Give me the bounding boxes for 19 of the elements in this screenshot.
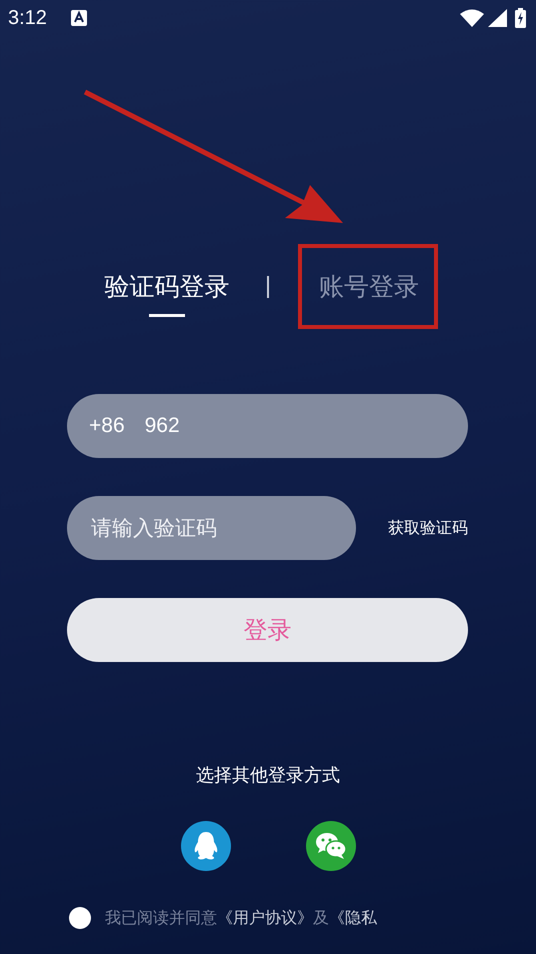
qq-login-button[interactable] [180, 821, 230, 871]
wifi-icon [460, 9, 484, 27]
wechat-login-button[interactable] [306, 821, 356, 871]
agree-radio[interactable] [69, 907, 91, 929]
country-code: +86 [89, 414, 125, 438]
agreement-link[interactable]: 《隐私 [329, 908, 377, 927]
keyboard-notification-icon [70, 10, 87, 26]
signal-icon [488, 9, 507, 27]
login-tab[interactable]: 验证码登录 [104, 272, 230, 317]
penguin-icon [192, 831, 218, 861]
agreement-link[interactable]: 《用户协议》 [217, 908, 313, 927]
code-field[interactable]: 请输入验证码 [67, 496, 356, 560]
agreement-text: 我已阅读并同意《用户协议》及《隐私 [105, 907, 377, 929]
login-tab[interactable]: 账号登录 [319, 272, 419, 317]
get-code-button[interactable]: 获取验证码 [388, 518, 468, 538]
battery-icon [515, 8, 526, 28]
other-login-title: 选择其他登录方式 [196, 765, 340, 786]
clock-time: 3:12 [8, 6, 47, 30]
chat-bubbles-icon [314, 832, 346, 860]
